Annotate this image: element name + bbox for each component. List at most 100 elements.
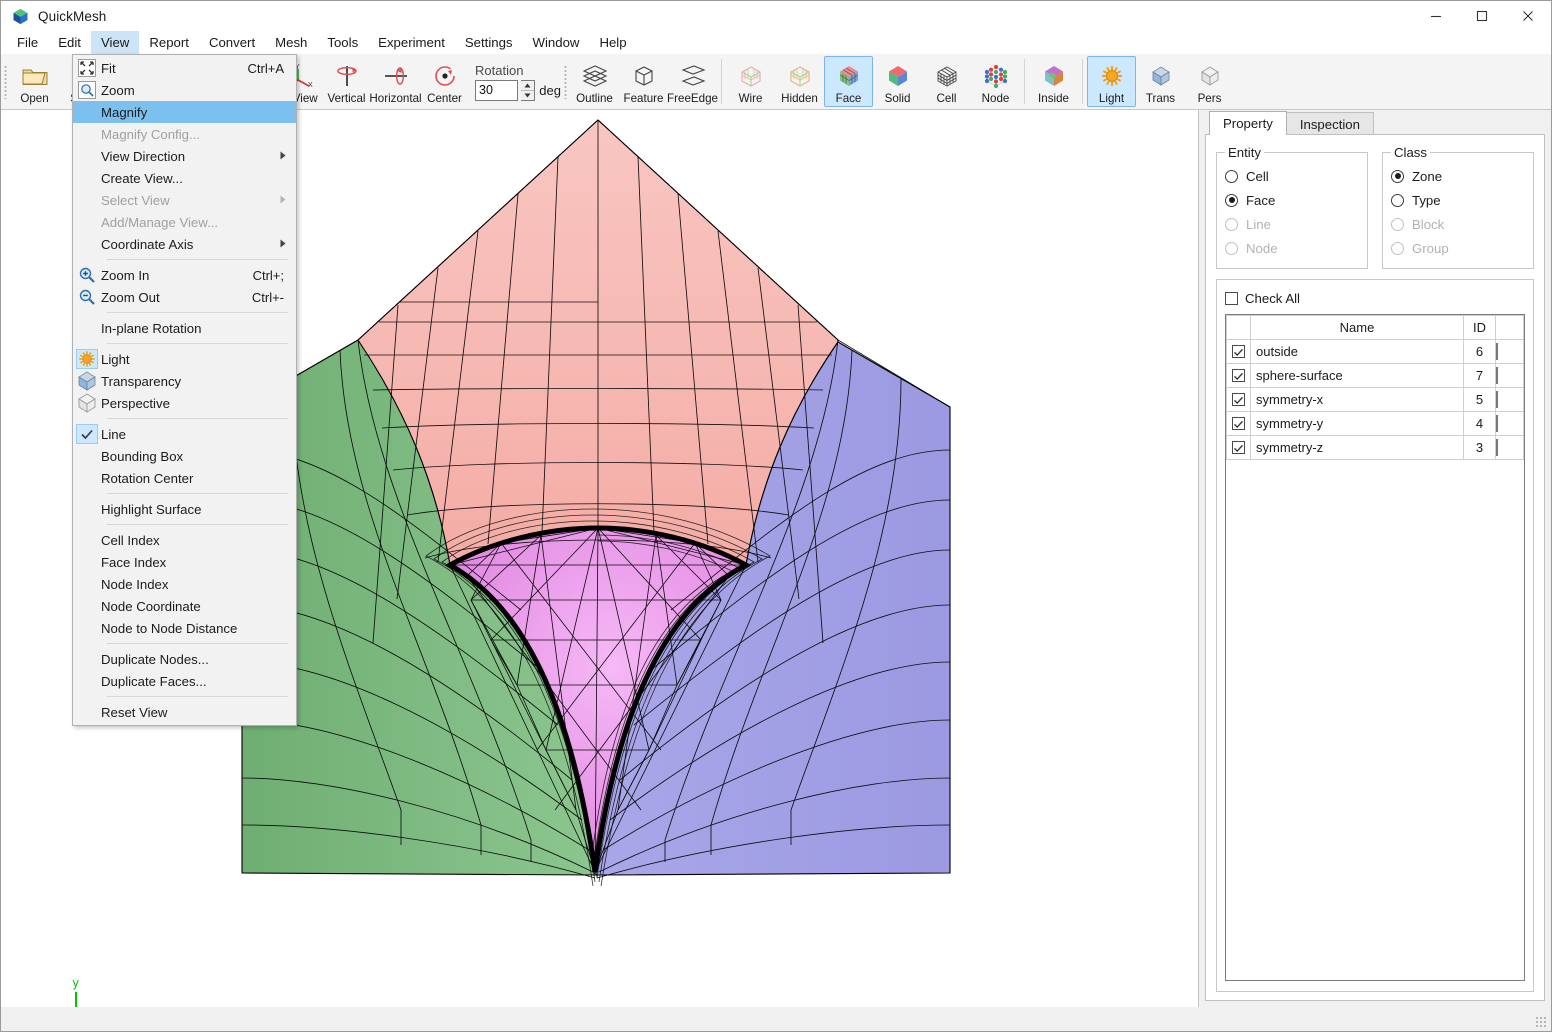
menu-item-node-to-node-distance[interactable]: Node to Node Distance [73, 617, 296, 639]
zone-checkbox[interactable] [1232, 417, 1245, 430]
toolbar-button-vertical[interactable]: Vertical [322, 56, 371, 107]
menubar-item-view[interactable]: View [90, 31, 140, 54]
toolbar-button-horizontal[interactable]: Horizontal [369, 56, 422, 107]
check-all-row[interactable]: Check All [1225, 288, 1525, 308]
menu-item-zoom-in[interactable]: Zoom In Ctrl+; [73, 264, 296, 286]
menu-item-bounding-box[interactable]: Bounding Box [73, 445, 296, 467]
toolbar-button-outline[interactable]: Outline [570, 56, 619, 107]
zone-checkbox[interactable] [1232, 441, 1245, 454]
menu-item-zoom[interactable]: Zoom [73, 79, 296, 101]
tab-inspection[interactable]: Inspection [1285, 112, 1374, 135]
resize-grip[interactable] [1535, 1016, 1547, 1028]
menubar-item-edit[interactable]: Edit [48, 31, 91, 54]
toolbar-button-open[interactable]: Open [10, 56, 59, 107]
zone-check-cell[interactable] [1226, 411, 1251, 436]
toolbar-button-node[interactable]: Node [971, 56, 1020, 107]
menu-item-node-coordinate[interactable]: Node Coordinate [73, 595, 296, 617]
menu-item-cell-index[interactable]: Cell Index [73, 529, 296, 551]
menubar-item-mesh[interactable]: Mesh [265, 31, 317, 54]
menu-item-highlight-surface[interactable]: Highlight Surface [73, 498, 296, 520]
menubar-item-file[interactable]: File [7, 31, 48, 54]
toolbar-button-wire[interactable]: Wire [726, 56, 775, 107]
menu-item-coordinate-axis[interactable]: Coordinate Axis [73, 233, 296, 255]
menu-item-reset-view[interactable]: Reset View [73, 701, 296, 723]
radio-class-zone[interactable]: Zone [1391, 164, 1525, 188]
zone-color-cell[interactable] [1495, 411, 1524, 436]
table-row[interactable]: sphere-surface 7 [1226, 363, 1524, 388]
zone-color-swatch[interactable] [1496, 343, 1498, 360]
table-row[interactable]: outside 6 [1226, 339, 1524, 364]
menu-item-rotation-center[interactable]: Rotation Center [73, 467, 296, 489]
menu-item-face-index[interactable]: Face Index [73, 551, 296, 573]
table-row[interactable]: symmetry-x 5 [1226, 387, 1524, 412]
rotation-spinner-down[interactable] [521, 89, 535, 100]
toolbar-button-pers[interactable]: Pers [1185, 56, 1234, 107]
menu-item-perspective[interactable]: Perspective [73, 392, 296, 414]
menubar-item-settings[interactable]: Settings [455, 31, 523, 54]
radio-button[interactable] [1391, 169, 1404, 183]
toolbar-button-trans[interactable]: Trans [1136, 56, 1185, 107]
zone-checkbox[interactable] [1232, 369, 1245, 382]
tab-property[interactable]: Property [1209, 111, 1287, 135]
zone-color-cell[interactable] [1495, 435, 1524, 460]
zone-color-swatch[interactable] [1496, 367, 1498, 384]
toolbar-button-light[interactable]: Light [1087, 56, 1136, 107]
zone-check-cell[interactable] [1226, 435, 1251, 460]
toolbar-button-inside[interactable]: Inside [1029, 56, 1078, 107]
menu-item-light[interactable]: Light [73, 348, 296, 370]
menubar-item-help[interactable]: Help [589, 31, 636, 54]
zone-check-cell[interactable] [1226, 339, 1251, 364]
zone-check-cell[interactable] [1226, 387, 1251, 412]
toolbar-button-hidden[interactable]: Hidden [775, 56, 824, 107]
zone-color-swatch[interactable] [1496, 391, 1498, 408]
rotation-spinner[interactable] [521, 79, 536, 101]
menubar-item-experiment[interactable]: Experiment [368, 31, 455, 54]
zone-color-cell[interactable] [1495, 339, 1524, 364]
radio-button[interactable] [1225, 193, 1238, 207]
radio-class-type[interactable]: Type [1391, 188, 1525, 212]
maximize-button[interactable] [1459, 1, 1505, 31]
menubar-item-tools[interactable]: Tools [317, 31, 368, 54]
toolbar-grip[interactable] [561, 54, 570, 109]
zone-color-cell[interactable] [1495, 363, 1524, 388]
radio-button[interactable] [1391, 193, 1404, 207]
menubar-item-convert[interactable]: Convert [199, 31, 265, 54]
menu-item-duplicate-faces[interactable]: Duplicate Faces... [73, 670, 296, 692]
toolbar-button-freeedge[interactable]: FreeEdge [667, 56, 718, 107]
zone-list-box[interactable]: Name ID outside 6 sphere-surface 7 symmetry-… [1225, 314, 1525, 981]
check-all-checkbox[interactable] [1225, 291, 1238, 305]
menu-item-line[interactable]: Line [73, 423, 296, 445]
toolbar-button-solid[interactable]: Solid [873, 56, 922, 107]
table-row[interactable]: symmetry-z 3 [1226, 435, 1524, 460]
menu-item-in-plane-rotation[interactable]: In-plane Rotation [73, 317, 296, 339]
menu-item-magnify[interactable]: Magnify [73, 101, 296, 123]
rotation-input[interactable]: 30 [475, 79, 519, 101]
rotation-spinner-up[interactable] [521, 81, 534, 90]
menubar-item-window[interactable]: Window [523, 31, 590, 54]
toolbar-button-feature[interactable]: Feature [619, 56, 668, 107]
zone-color-cell[interactable] [1495, 387, 1524, 412]
table-row[interactable]: symmetry-y 4 [1226, 411, 1524, 436]
zone-checkbox[interactable] [1232, 393, 1245, 406]
close-button[interactable] [1505, 1, 1551, 31]
toolbar-button-face[interactable]: Face [824, 56, 873, 107]
menubar-item-report[interactable]: Report [139, 31, 199, 54]
toolbar-grip[interactable] [1, 54, 10, 109]
toolbar-button-cell[interactable]: Cell [922, 56, 971, 107]
menu-item-node-index[interactable]: Node Index [73, 573, 296, 595]
menu-item-duplicate-nodes[interactable]: Duplicate Nodes... [73, 648, 296, 670]
radio-entity-face[interactable]: Face [1225, 188, 1359, 212]
minimize-button[interactable] [1413, 1, 1459, 31]
zone-check-cell[interactable] [1226, 363, 1251, 388]
menu-item-fit[interactable]: Fit Ctrl+A [73, 57, 296, 79]
menu-item-zoom-out[interactable]: Zoom Out Ctrl+- [73, 286, 296, 308]
menu-item-transparency[interactable]: Transparency [73, 370, 296, 392]
radio-button[interactable] [1225, 169, 1238, 183]
zone-color-swatch[interactable] [1496, 439, 1498, 456]
menu-item-create-view[interactable]: Create View... [73, 167, 296, 189]
zone-checkbox[interactable] [1232, 345, 1245, 358]
toolbar-button-center[interactable]: Center [420, 56, 469, 107]
radio-entity-cell[interactable]: Cell [1225, 164, 1359, 188]
zone-color-swatch[interactable] [1496, 415, 1498, 432]
menu-item-view-direction[interactable]: View Direction [73, 145, 296, 167]
